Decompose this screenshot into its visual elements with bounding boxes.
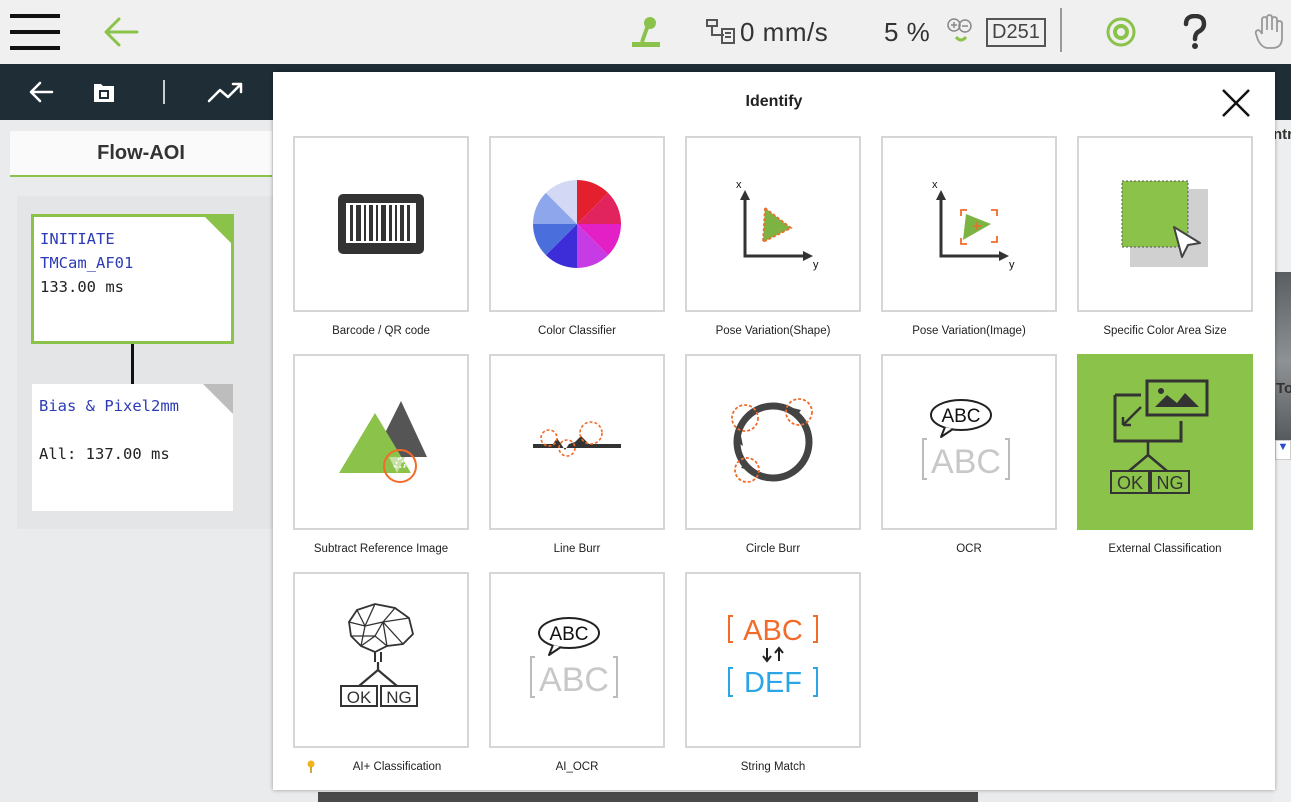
axis-x-label: x <box>932 179 938 191</box>
save-file-icon[interactable] <box>92 64 116 120</box>
node-subtitle: TMCam_AF01 <box>40 254 134 272</box>
tool-label: OCR <box>956 543 982 555</box>
tool-tile-color-classifier[interactable] <box>489 136 665 312</box>
right-panel-peek: ntr To ▼ <box>1273 120 1291 802</box>
status-divider <box>1060 8 1062 52</box>
tool-tile-pose-shape[interactable]: x y <box>685 136 861 312</box>
node-duration: 133.00 ms <box>40 278 124 296</box>
color-wheel-icon <box>533 180 621 268</box>
tool-tile-circle-burr[interactable] <box>685 354 861 530</box>
node-duration: All: 137.00 ms <box>39 445 170 463</box>
right-panel-label: To <box>1276 380 1291 397</box>
bottom-scrollbar[interactable] <box>318 792 978 802</box>
tool-tile-line-burr[interactable] <box>489 354 665 530</box>
trend-chart-icon[interactable] <box>207 64 245 120</box>
ok-label: OK <box>1117 473 1143 493</box>
ocr-target-text: ABC <box>931 443 1001 481</box>
tool-tile-color-area[interactable] <box>1077 136 1253 312</box>
back-arrow-icon[interactable] <box>103 0 139 64</box>
ocr-icon: ABC ABC <box>922 399 1010 481</box>
toolbar-divider <box>163 80 165 104</box>
ai-classification-icon: OK NG <box>340 603 418 707</box>
tool-label: Pose Variation(Shape) <box>715 325 831 337</box>
tool-label: Line Burr <box>553 543 601 555</box>
camera-preview-thumbnail <box>1275 272 1291 452</box>
ok-label: OK <box>347 688 372 707</box>
speed-gauge-icon <box>704 0 738 64</box>
node-corner-marker <box>204 216 232 244</box>
speed-adjust-icon[interactable] <box>946 0 976 64</box>
tool-tile-ocr[interactable]: ABC ABC <box>881 354 1057 530</box>
help-icon[interactable] <box>1180 0 1210 64</box>
robot-joystick-icon[interactable] <box>630 0 664 64</box>
right-panel-label: ntr <box>1273 126 1291 143</box>
tool-label: AI+ Classification <box>352 761 442 773</box>
tool-tile-barcode[interactable] <box>293 136 469 312</box>
flow-connector <box>131 344 134 384</box>
node-corner-marker <box>203 384 233 414</box>
tool-label: Specific Color Area Size <box>1103 325 1227 337</box>
speed-percent-readout: 5 % <box>884 16 931 47</box>
power-status-icon[interactable] <box>1105 0 1137 64</box>
pose-shape-icon: x y <box>736 179 819 271</box>
color-area-icon <box>1121 180 1208 267</box>
flow-node-initiate[interactable]: INITIATE TMCam_AF01 133.00 ms <box>31 214 234 344</box>
flow-tab[interactable]: Flow-AOI <box>10 131 272 177</box>
subtract-image-icon <box>339 401 427 483</box>
toolbar-back-icon[interactable] <box>28 64 54 120</box>
node-title: INITIATE <box>40 230 115 248</box>
line-burr-icon <box>533 421 621 457</box>
ai-ocr-icon: ABC ABC <box>530 617 618 699</box>
tool-label: Pose Variation(Image) <box>912 325 1026 337</box>
ng-label: NG <box>1157 473 1184 493</box>
tool-label: Barcode / QR code <box>332 325 430 337</box>
string-match-icon: ABC DEF <box>728 615 818 699</box>
string-source-text: ABC <box>743 615 803 647</box>
dialog-title: Identify <box>745 93 803 110</box>
close-icon[interactable] <box>1219 86 1253 120</box>
tool-tile-external-classification[interactable]: OK NG <box>1077 354 1253 530</box>
ocr-bubble-text: ABC <box>941 406 980 427</box>
top-status-bar: 0 mm/s 5 % D251 <box>0 0 1291 64</box>
identify-dialog: Identify Barcode / QR code Color Classif… <box>273 72 1275 790</box>
tool-tile-ai-ocr[interactable]: ABC ABC <box>489 572 665 748</box>
program-code-badge: D251 <box>986 17 1046 47</box>
tool-tile-ai-classification[interactable]: OK NG <box>293 572 469 748</box>
barcode-icon <box>338 194 424 254</box>
tool-tile-string-match[interactable]: ABC DEF <box>685 572 861 748</box>
tool-tile-subtract-reference[interactable] <box>293 354 469 530</box>
tool-label: AI_OCR <box>555 761 599 773</box>
tool-label: Subtract Reference Image <box>313 543 449 555</box>
axis-y-label: y <box>1009 259 1015 271</box>
hand-guide-icon[interactable] <box>1254 0 1284 64</box>
string-target-text: DEF <box>744 667 802 699</box>
flow-node-bias[interactable]: Bias & Pixel2mm All: 137.00 ms <box>32 384 233 511</box>
dropdown-arrow-icon[interactable]: ▼ <box>1275 440 1291 460</box>
ocr-bubble-text: ABC <box>549 624 588 645</box>
ng-label: NG <box>386 688 412 707</box>
hamburger-menu-icon[interactable] <box>10 0 62 64</box>
axis-x-label: x <box>736 179 742 191</box>
pose-image-icon: x y <box>932 179 1015 271</box>
axis-y-label: y <box>813 259 819 271</box>
circle-burr-icon <box>731 398 813 483</box>
tool-label: Color Classifier <box>538 325 616 337</box>
external-classification-icon: OK NG <box>1110 379 1209 494</box>
tool-label: External Classification <box>1108 543 1222 555</box>
tool-label: Circle Burr <box>745 543 801 555</box>
speed-readout: 0 mm/s <box>740 16 829 47</box>
tool-label: String Match <box>740 761 806 773</box>
tool-tile-pose-image[interactable]: x y <box>881 136 1057 312</box>
ocr-target-text: ABC <box>539 661 609 699</box>
